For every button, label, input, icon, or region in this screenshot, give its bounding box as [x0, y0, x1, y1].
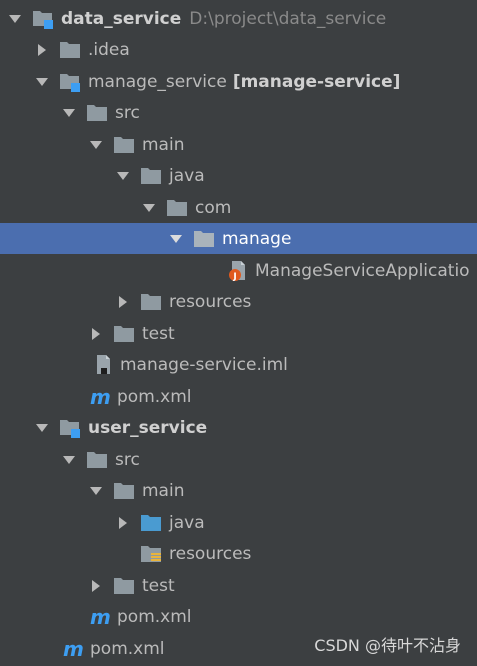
tree-row-resources[interactable]: resources [0, 286, 477, 317]
module-name: user_service [88, 417, 208, 438]
spring-boot-class-icon: J [226, 260, 250, 282]
folder-name: .idea [88, 39, 130, 60]
maven-icon: m [90, 384, 111, 409]
chevron-down-icon[interactable] [114, 167, 132, 185]
tree-row-manage-service[interactable]: manage_service [manage-service] [0, 66, 477, 97]
folder-icon [113, 575, 137, 597]
chevron-down-icon[interactable] [33, 419, 51, 437]
module-folder-icon [59, 71, 83, 93]
tree-row-pom-manage[interactable]: m pom.xml [0, 381, 477, 412]
chevron-right-icon[interactable] [33, 41, 51, 59]
folder-icon [59, 39, 83, 61]
iml-file-icon [91, 354, 115, 376]
folder-name: java [169, 165, 205, 186]
folder-name: test [142, 575, 175, 596]
chevron-right-icon[interactable] [114, 293, 132, 311]
chevron-right-icon[interactable] [114, 514, 132, 532]
module-folder-icon [32, 8, 56, 30]
tree-row-data-service[interactable]: data_service D:\project\data_service [0, 3, 477, 34]
tree-row-user-service[interactable]: user_service [0, 412, 477, 443]
tree-row-pom-user[interactable]: m pom.xml [0, 601, 477, 632]
module-folder-icon [59, 417, 83, 439]
root-project-path: D:\project\data_service [189, 8, 387, 29]
folder-icon [86, 102, 110, 124]
source-folder-icon [140, 512, 164, 534]
chevron-down-icon[interactable] [167, 230, 185, 248]
file-name: pom.xml [117, 606, 192, 627]
chevron-down-icon[interactable] [33, 73, 51, 91]
root-project-name: data_service [61, 8, 182, 29]
maven-icon: m [90, 604, 111, 629]
folder-icon [113, 480, 137, 502]
folder-name: src [115, 449, 140, 470]
folder-name: main [142, 480, 185, 501]
package-name: manage [222, 228, 292, 249]
tree-row-test[interactable]: test [0, 318, 477, 349]
tree-row-idea[interactable]: .idea [0, 34, 477, 65]
chevron-down-icon[interactable] [87, 136, 105, 154]
package-folder-icon [166, 197, 190, 219]
package-name: com [195, 197, 232, 218]
tree-row-java[interactable]: java [0, 507, 477, 538]
chevron-down-icon[interactable] [60, 451, 78, 469]
chevron-down-icon[interactable] [60, 104, 78, 122]
chevron-down-icon[interactable] [6, 10, 24, 28]
folder-icon [113, 134, 137, 156]
chevron-right-icon[interactable] [87, 577, 105, 595]
package-folder-icon [193, 228, 217, 250]
tree-row-iml-file[interactable]: manage-service.iml [0, 349, 477, 380]
folder-name: main [142, 134, 185, 155]
folder-name: java [169, 512, 205, 533]
folder-name: src [115, 102, 140, 123]
folder-icon [86, 449, 110, 471]
tree-row-test[interactable]: test [0, 570, 477, 601]
class-name: ManageServiceApplicatio [255, 260, 470, 281]
file-name: pom.xml [117, 386, 192, 407]
watermark-text: CSDN @待叶不沾身 [314, 636, 461, 655]
folder-name: resources [169, 291, 252, 312]
tree-row-manage-package[interactable]: manage [0, 223, 477, 254]
chevron-right-icon[interactable] [87, 325, 105, 343]
tree-row-src[interactable]: src [0, 97, 477, 128]
chevron-down-icon[interactable] [140, 199, 158, 217]
folder-name: resources [169, 543, 252, 564]
svg-text:J: J [232, 272, 236, 282]
chevron-down-icon[interactable] [87, 482, 105, 500]
file-name: manage-service.iml [120, 354, 288, 375]
resources-folder-icon [140, 543, 164, 565]
module-label: [manage-service] [232, 71, 401, 92]
folder-icon [113, 323, 137, 345]
tree-row-main[interactable]: main [0, 475, 477, 506]
tree-row-resources[interactable]: resources [0, 538, 477, 569]
tree-row-main[interactable]: main [0, 129, 477, 160]
tree-row-application-class[interactable]: J ManageServiceApplicatio [0, 255, 477, 286]
tree-row-com[interactable]: com [0, 192, 477, 223]
folder-icon [140, 291, 164, 313]
folder-name: test [142, 323, 175, 344]
maven-icon: m [63, 636, 84, 661]
file-name: pom.xml [90, 638, 165, 659]
tree-row-java[interactable]: java [0, 160, 477, 191]
module-folder-name: manage_service [88, 71, 227, 92]
tree-row-src[interactable]: src [0, 444, 477, 475]
folder-icon [140, 165, 164, 187]
